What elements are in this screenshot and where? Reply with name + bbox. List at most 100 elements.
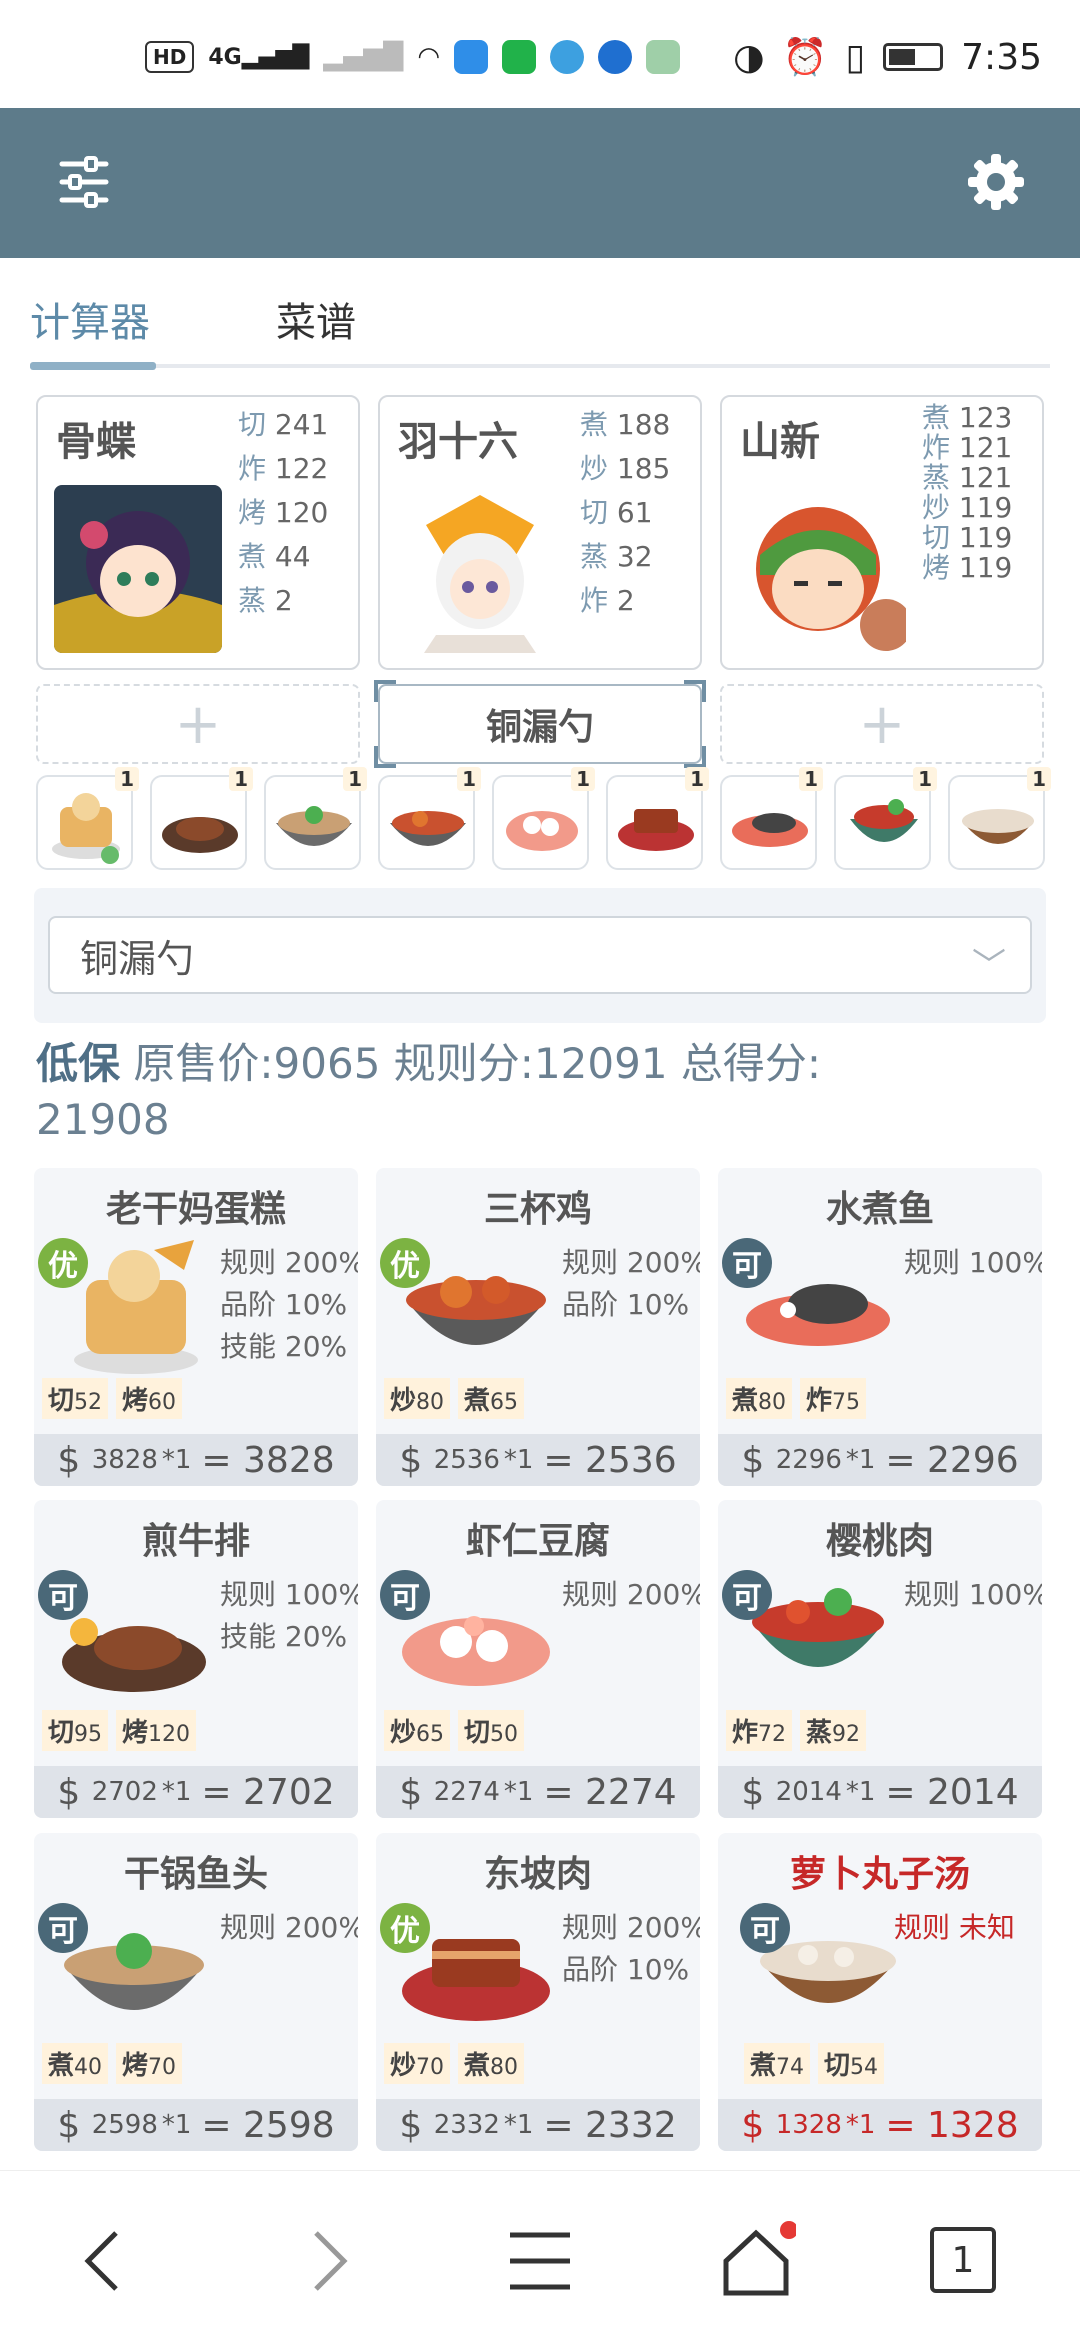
skill-label: 煮	[750, 2051, 777, 2081]
dish-card[interactable]: 水煮鱼 可 规则 100% 煮80 炸75 $ 2296 *1 = 2296	[718, 1168, 1042, 1486]
skill-value: 65	[490, 1390, 519, 1415]
skill-label: 切	[48, 1386, 75, 1416]
skill-chip: 炒80	[384, 1378, 451, 1419]
skill-label: 煮	[464, 2051, 491, 2081]
rule-line: 品阶 10%	[562, 1288, 690, 1321]
tab-bar: 计算器 菜谱	[0, 258, 1080, 378]
signal-icon: 4G▂▄▆█	[208, 44, 310, 70]
dish-card[interactable]: 虾仁豆腐 可 规则 200% 炒65 切50 $ 2274 *1 = 2274	[376, 1500, 700, 1818]
chef-card[interactable]: 羽十六 煮 188 炒 185 切 61 蒸 32 炸 2	[378, 395, 702, 670]
dish-card[interactable]: 萝卜丸子汤 可 规则 未知 煮74 切54 $ 1328 *1 = 1328	[718, 1833, 1042, 2151]
dish-rules: 规则 200% 品阶 10%	[562, 1907, 700, 1991]
gear-icon[interactable]	[960, 146, 1032, 218]
nfc-icon: ◑	[733, 36, 765, 78]
alarm-icon: ⏰	[782, 37, 828, 78]
dish-thumbnail[interactable]: 1	[150, 767, 253, 870]
dish-card[interactable]: 东坡肉 优 规则 200% 品阶 10% 炒70 煮80 $ 2332 *1 = 2…	[376, 1833, 700, 2151]
selection-corner	[374, 746, 396, 768]
equip-slot-empty[interactable]: +	[720, 684, 1044, 764]
skill-chip: 切54	[818, 2043, 885, 2084]
tab-calculator[interactable]: 计算器	[30, 290, 150, 348]
dish-total: 3828	[243, 1439, 335, 1481]
equip-select[interactable]: 铜漏勺 ﹀	[48, 916, 1032, 994]
quantity: *1	[503, 1445, 534, 1475]
dish-rules: 规则 200%	[220, 1907, 358, 1949]
dish-rules: 规则 200% 品阶 10%	[562, 1242, 700, 1326]
rule-line: 规则 200%	[220, 1246, 358, 1279]
dish-count-badge: 1	[1027, 767, 1051, 791]
dish-skills: 炒65 切50	[384, 1710, 525, 1751]
chevron-down-icon: ﹀	[972, 946, 1006, 986]
skill-value: 32	[616, 540, 653, 573]
dish-name: 虾仁豆腐	[465, 1521, 610, 1562]
quantity: *1	[161, 1445, 192, 1475]
dish-thumbnail[interactable]: 1	[834, 767, 937, 870]
equip-slot[interactable]: 铜漏勺	[374, 680, 706, 768]
unit-price: 2702	[91, 1777, 158, 1807]
rule-score-label: 规则分:	[393, 1039, 534, 1088]
dish-thumbnail[interactable]: 1	[264, 767, 367, 870]
dish-name: 老干妈蛋糕	[105, 1189, 286, 1230]
dish-card[interactable]: 樱桃肉 可 规则 100% 炸72 蒸92 $ 2014 *1 = 2014	[718, 1500, 1042, 1818]
rule-line: 规则 200%	[562, 1578, 700, 1611]
dish-rules: 规则 100%	[904, 1242, 1042, 1284]
dish-card[interactable]: 煎牛排 可 规则 100% 技能 20% 切95 烤120 $ 2702 *1 = …	[34, 1500, 358, 1818]
rule-line: 规则 100%	[904, 1578, 1042, 1611]
dish-thumbnail[interactable]: 1	[720, 767, 823, 870]
dish-thumbnail[interactable]: 1	[948, 767, 1051, 870]
dish-thumbnail[interactable]: 1	[492, 767, 595, 870]
dish-rules: 规则 100% 技能 20%	[220, 1574, 358, 1658]
skill-value: 95	[74, 1722, 103, 1747]
back-icon[interactable]	[66, 2221, 146, 2301]
unit-price: 3828	[91, 1445, 158, 1475]
skill-value: 80	[758, 1390, 787, 1415]
select-value: 铜漏勺	[80, 936, 195, 981]
dish-image	[618, 809, 694, 851]
dish-total: 2536	[585, 1439, 677, 1481]
forward-icon[interactable]	[286, 2221, 366, 2301]
vibrate-icon: ▯	[845, 36, 866, 78]
chef-card[interactable]: 山新 煮 123 炸 121 蒸 121 炒 119 切 119 烤 119	[720, 395, 1044, 670]
skill-label: 烤	[238, 496, 267, 529]
equip-slot-empty[interactable]: +	[36, 684, 360, 764]
skill-chip: 煮40	[42, 2043, 109, 2084]
dish-price-row: $ 2014 *1 = 2014	[718, 1766, 1042, 1818]
dish-skills: 煮80 炸75	[726, 1378, 867, 1419]
dish-thumbnail[interactable]: 1	[378, 767, 481, 870]
dish-card[interactable]: 老干妈蛋糕 优 规则 200% 品阶 10% 技能 20% 切52 烤60 $ …	[34, 1168, 358, 1486]
filter-settings-icon[interactable]	[48, 146, 120, 218]
rule-score-value: 12091	[533, 1039, 668, 1088]
tabs-count-icon[interactable]: 1	[930, 2227, 996, 2293]
menu-icon[interactable]	[500, 2221, 580, 2301]
dish-card[interactable]: 三杯鸡 优 规则 200% 品阶 10% 炒80 煮65 $ 2536 *1 = 2…	[376, 1168, 700, 1486]
dish-skills: 切95 烤120	[42, 1710, 197, 1751]
skill-value: 74	[776, 2055, 805, 2080]
score-summary: 低保 原售价:9065 规则分:12091 总得分: 21908	[36, 1036, 1036, 1148]
chef-name: 骨蝶	[56, 419, 136, 465]
dish-thumbnail[interactable]: 1	[606, 767, 709, 870]
skill-label: 切	[580, 496, 609, 529]
dish-card[interactable]: 干锅鱼头 可 规则 200% 煮40 烤70 $ 2598 *1 = 2598	[34, 1833, 358, 2151]
skill-label: 煮	[580, 408, 609, 441]
dish-skills: 煮74 切54	[744, 2043, 885, 2084]
dish-total: 2702	[243, 1771, 335, 1813]
dish-name: 三杯鸡	[483, 1189, 592, 1230]
chef-avatar	[738, 485, 906, 653]
skill-value: 61	[616, 496, 653, 529]
grade-badge: 优	[380, 1903, 430, 1953]
dish-rules: 规则 未知	[894, 1907, 1015, 1949]
skill-chip: 煮65	[458, 1378, 525, 1419]
skill-value: 40	[74, 2055, 103, 2080]
home-icon[interactable]	[716, 2221, 796, 2301]
status-bar: HD 4G▂▄▆█ ▂▄▆█ ◠ ◑ ⏰ ▯ 7:35	[0, 0, 1080, 108]
chef-name: 羽十六	[398, 419, 518, 465]
skill-chip: 炸75	[800, 1378, 867, 1419]
dish-thumbnail[interactable]: 1	[36, 767, 139, 870]
skill-label: 煮	[48, 2051, 75, 2081]
dish-count-badge: 1	[343, 767, 367, 791]
equip-name: 铜漏勺	[485, 707, 594, 748]
hd-indicator: HD	[145, 41, 195, 73]
tab-recipes[interactable]: 菜谱	[276, 290, 356, 348]
quantity: *1	[845, 2110, 876, 2140]
chef-card[interactable]: 骨蝶 切 241 炸 122 烤 120 煮 44 蒸 2	[36, 395, 360, 670]
